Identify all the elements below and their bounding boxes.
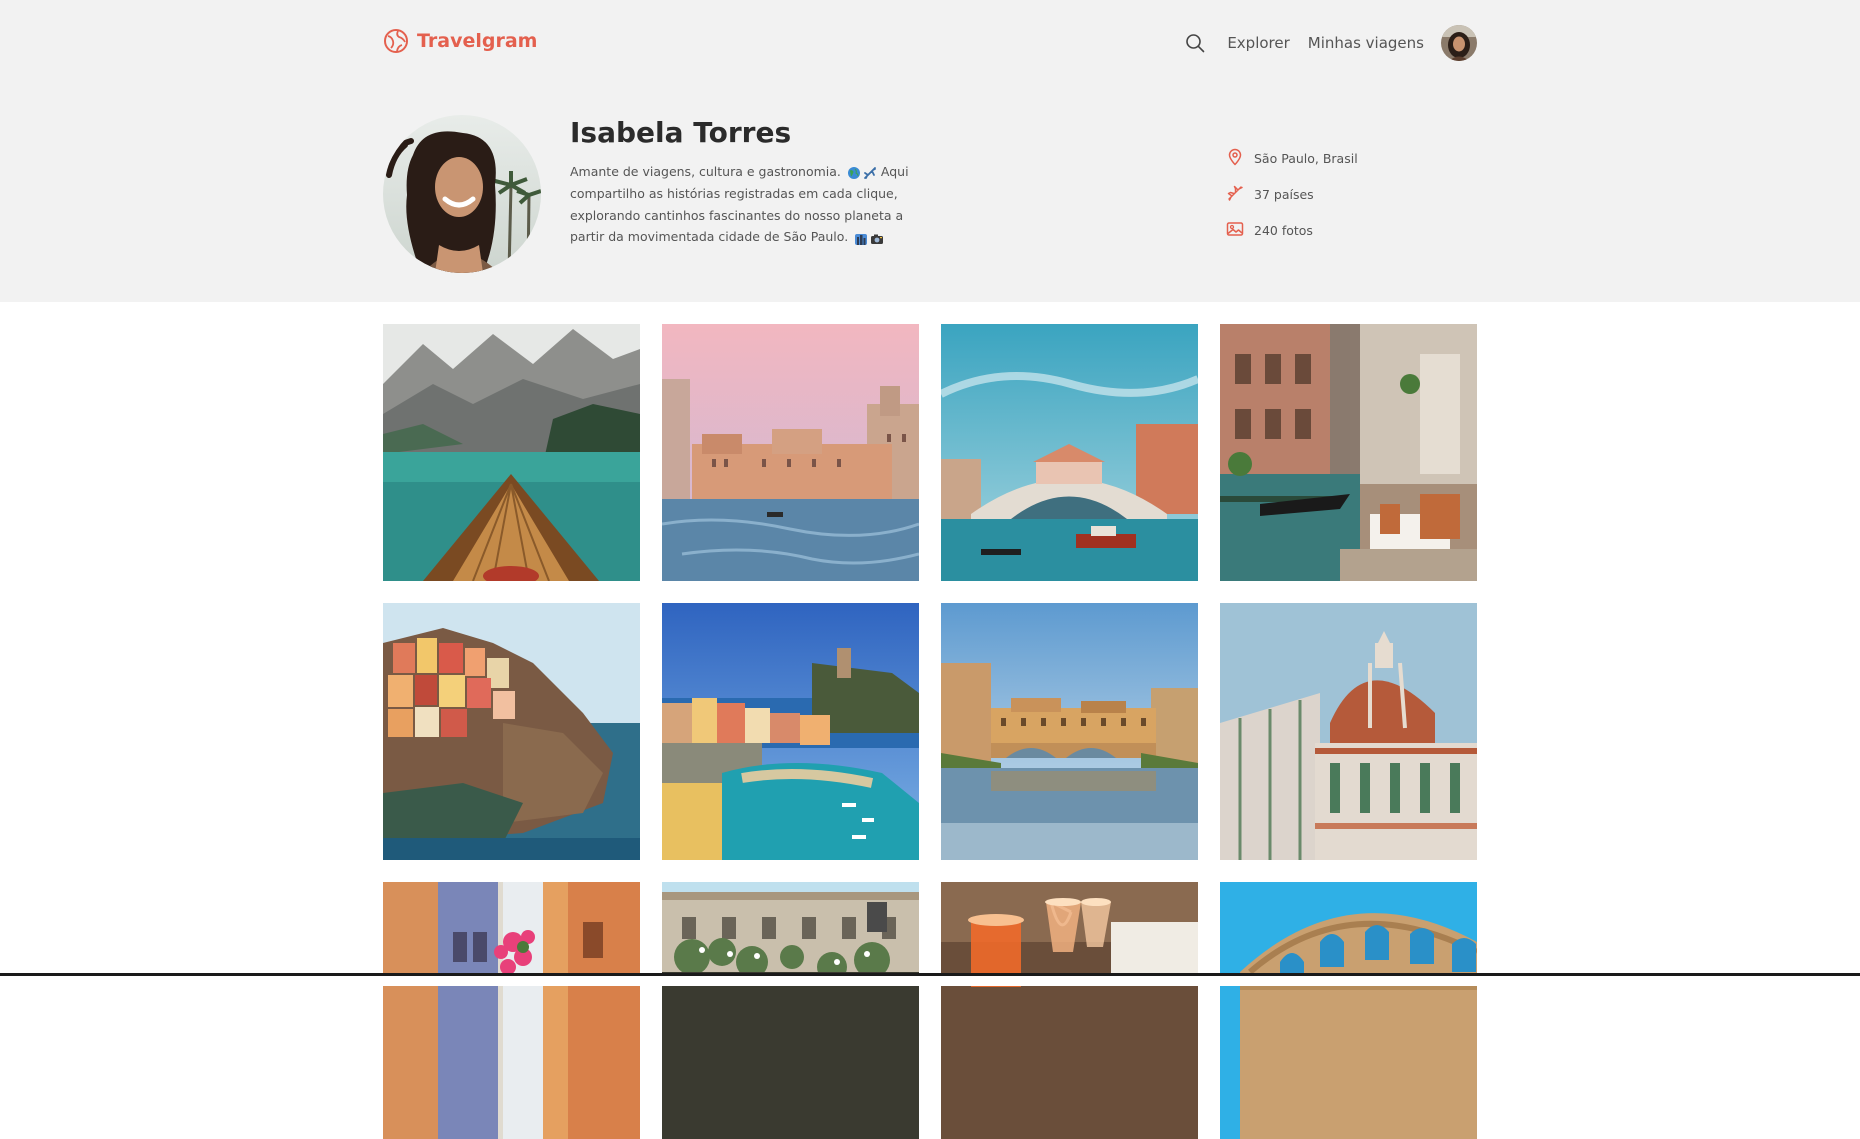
gallery-photo[interactable] <box>383 603 640 860</box>
top-navbar: Travelgram Explorer Minhas viagens <box>383 24 1477 62</box>
nav-link-my-trips[interactable]: Minhas viagens <box>1308 34 1424 52</box>
globe-icon <box>383 28 409 54</box>
map-pin-icon <box>1226 148 1254 169</box>
gallery-photo[interactable] <box>662 882 919 1139</box>
stat-photos: 240 fotos <box>1226 220 1358 240</box>
cityscape-emoji-icon <box>854 227 868 249</box>
camera-emoji-icon <box>870 227 884 249</box>
gallery-photo[interactable] <box>941 882 1198 1139</box>
gallery-photo[interactable] <box>1220 324 1477 581</box>
bio-text-line1: Amante de viagens, cultura e gastronomia… <box>570 164 841 179</box>
photo-gallery <box>383 324 1477 1139</box>
profile-photo <box>383 115 541 273</box>
gallery-photo[interactable] <box>383 324 640 581</box>
airplane-icon <box>1226 184 1254 205</box>
gallery-photo[interactable] <box>1220 603 1477 860</box>
gallery-photo[interactable] <box>662 603 919 860</box>
stat-countries-text: 37 países <box>1254 186 1314 202</box>
gallery-photo[interactable] <box>662 324 919 581</box>
stat-location-text: São Paulo, Brasil <box>1254 150 1358 166</box>
user-avatar[interactable] <box>1441 25 1477 61</box>
viewport-edge <box>0 976 1860 986</box>
gallery-photo[interactable] <box>1220 882 1477 1139</box>
gallery-photo[interactable] <box>941 324 1198 581</box>
gallery-photo[interactable] <box>383 882 640 1139</box>
brand-name: Travelgram <box>417 30 538 52</box>
main-nav: Explorer Minhas viagens <box>1183 24 1477 62</box>
stat-photos-text: 240 fotos <box>1254 222 1313 238</box>
image-icon <box>1226 220 1254 241</box>
profile-name: Isabela Torres <box>570 116 792 149</box>
search-icon[interactable] <box>1183 31 1207 55</box>
globe-emoji-icon <box>847 162 861 184</box>
profile-stats: São Paulo, Brasil 37 países 240 fotos <box>1226 148 1358 256</box>
stat-location: São Paulo, Brasil <box>1226 148 1358 168</box>
brand-logo[interactable]: Travelgram <box>383 28 537 54</box>
stat-countries: 37 países <box>1226 184 1358 204</box>
airplane-emoji-icon <box>863 162 877 184</box>
profile-bio: Amante de viagens, cultura e gastronomia… <box>570 161 910 249</box>
nav-link-explorer[interactable]: Explorer <box>1227 34 1289 52</box>
gallery-photo[interactable] <box>941 603 1198 860</box>
